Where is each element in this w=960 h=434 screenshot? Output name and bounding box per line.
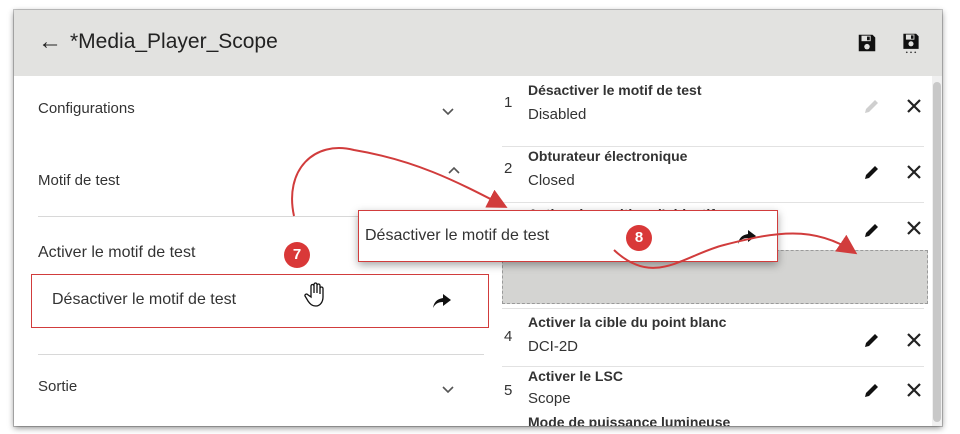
share-arrow-icon xyxy=(738,230,756,244)
chevron-down-icon[interactable] xyxy=(442,108,454,116)
step-title: Désactiver le motif de test xyxy=(528,82,702,98)
drag-preview-label: Désactiver le motif de test xyxy=(365,227,550,244)
chevron-down-icon[interactable] xyxy=(442,386,454,394)
step-value: Scope xyxy=(528,390,571,407)
top-bar: ← *Media_Player_Scope xyxy=(14,10,942,76)
edit-pencil-icon[interactable] xyxy=(862,220,882,240)
sequence-step-4[interactable]: 4 Activer la cible du point blanc DCI-2D xyxy=(496,310,932,366)
edit-pencil-icon[interactable] xyxy=(862,380,882,400)
step-title: Mode de puissance lumineuse xyxy=(528,414,731,426)
step-number: 5 xyxy=(504,382,513,399)
back-arrow-icon[interactable]: ← xyxy=(38,29,64,55)
section-sortie[interactable]: Sortie xyxy=(14,356,484,416)
hand-grab-cursor-icon xyxy=(304,282,324,307)
step-number: 2 xyxy=(504,160,513,177)
page-title: *Media_Player_Scope xyxy=(70,30,278,53)
step-value: Disabled xyxy=(528,106,587,123)
step-title: Activer le LSC xyxy=(528,368,623,384)
step-badge-7: 7 xyxy=(284,242,310,268)
drag-preview-card[interactable]: Désactiver le motif de test xyxy=(358,210,778,262)
item-label: Activer le motif de test xyxy=(38,244,196,261)
close-icon[interactable] xyxy=(904,380,924,400)
step-badge-8: 8 xyxy=(626,225,652,251)
save-icon[interactable] xyxy=(856,32,878,54)
divider xyxy=(38,354,484,355)
section-motif-de-test[interactable]: Motif de test xyxy=(14,136,484,208)
step-value: Closed xyxy=(528,172,575,189)
close-icon[interactable] xyxy=(904,96,924,116)
step-number: 1 xyxy=(504,94,513,111)
library-item-desactiver[interactable]: Désactiver le motif de test xyxy=(31,274,489,328)
sequence-step-1[interactable]: 1 Désactiver le motif de test Disabled xyxy=(496,76,932,138)
step-number: 4 xyxy=(504,328,513,345)
save-as-icon[interactable] xyxy=(900,32,922,54)
section-label: Sortie xyxy=(38,378,78,395)
divider xyxy=(502,308,924,309)
app-window: ← *Media_Player_Scope Configurations Mot… xyxy=(14,10,942,426)
close-icon[interactable] xyxy=(904,162,924,182)
sequence-step-6[interactable]: Mode de puissance lumineuse xyxy=(496,412,932,426)
section-label: Motif de test xyxy=(38,172,120,189)
step-title: Obturateur électronique xyxy=(528,148,688,164)
scrollbar[interactable] xyxy=(932,76,942,426)
share-arrow-icon[interactable] xyxy=(432,293,452,309)
close-icon[interactable] xyxy=(904,218,924,238)
section-configurations[interactable]: Configurations xyxy=(14,76,484,136)
close-icon[interactable] xyxy=(904,330,924,350)
scrollbar-thumb[interactable] xyxy=(933,82,941,422)
chevron-up-icon[interactable] xyxy=(448,166,460,174)
step-title: Activer la cible du point blanc xyxy=(528,314,727,330)
edit-pencil-icon[interactable] xyxy=(862,330,882,350)
section-label: Configurations xyxy=(38,100,135,117)
sequence-step-2[interactable]: 2 Obturateur électronique Closed xyxy=(496,146,932,202)
sequence-step-5[interactable]: 5 Activer le LSC Scope xyxy=(496,366,932,410)
edit-pencil-icon[interactable] xyxy=(862,162,882,182)
edit-pencil-icon xyxy=(865,100,878,113)
item-label: Désactiver le motif de test xyxy=(52,291,237,308)
step-value: DCI-2D xyxy=(528,338,579,355)
